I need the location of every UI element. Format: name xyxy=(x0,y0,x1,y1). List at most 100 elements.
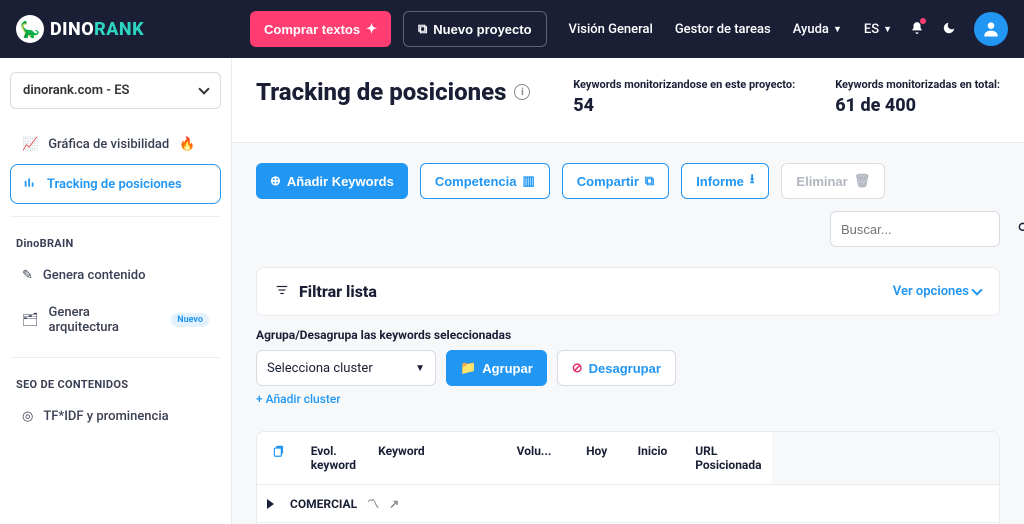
tree-icon: 🗂 xyxy=(22,313,39,328)
cluster-name: COMERCIAL xyxy=(290,497,357,511)
col-start[interactable]: Inicio xyxy=(628,432,686,484)
brand-text: DINORANK xyxy=(50,19,144,40)
target-icon: ◎ xyxy=(22,409,33,424)
metric-value: 54 xyxy=(573,95,795,116)
project-name: dinorank.com - ES xyxy=(23,83,130,98)
new-badge: Nuevo xyxy=(171,313,209,327)
sidebar-item-label: TF*IDF y prominencia xyxy=(43,409,168,424)
col-volume[interactable]: Volu... xyxy=(507,432,576,484)
add-cluster-link[interactable]: + Añadir cluster xyxy=(256,392,341,406)
nav-overview[interactable]: Visión General xyxy=(569,22,653,37)
folder-icon: 📁 xyxy=(460,360,476,376)
sidebar-section-seo: SEO DE CONTENIDOS xyxy=(16,378,221,391)
buy-texts-button[interactable]: Comprar textos ✦ xyxy=(250,11,391,47)
col-keyword[interactable]: Keyword xyxy=(368,432,507,484)
plus-doc-icon: ⧉ xyxy=(418,21,427,37)
new-project-label: Nuevo proyecto xyxy=(433,22,531,37)
buy-texts-label: Comprar textos xyxy=(264,22,360,37)
notifications-icon[interactable] xyxy=(910,20,924,39)
select-placeholder: Selecciona cluster xyxy=(267,361,373,376)
sidebar-item-label: Gráfica de visibilidad xyxy=(48,137,169,152)
table-header: Evol. keyword Keyword Volu... Hoy Inicio… xyxy=(257,432,999,485)
sidebar: dinorank.com - ES 📈 Gráfica de visibilid… xyxy=(0,58,232,524)
page-header: Tracking de posiciones i Keywords monito… xyxy=(232,58,1024,143)
report-button[interactable]: Informe ⭳ xyxy=(681,163,769,199)
sparkle-icon: ✦ xyxy=(366,21,377,37)
metric-total-keywords: Keywords monitorizadas en total: 61 de 4… xyxy=(835,78,1000,116)
trend-icon: 〽 xyxy=(367,495,379,512)
btn-label: Desagrupar xyxy=(589,361,661,376)
filter-title-label: Filtrar lista xyxy=(299,282,377,301)
sidebar-item-visibility[interactable]: 📈 Gráfica de visibilidad 🔥 xyxy=(10,127,221,162)
fire-icon: 🔥 xyxy=(179,137,195,152)
search-box[interactable] xyxy=(830,211,1000,247)
trend-up-icon: ↗ xyxy=(389,497,399,511)
sidebar-item-tracking[interactable]: Tracking de posiciones xyxy=(10,164,221,204)
filter-card: Filtrar lista Ver opciones xyxy=(256,267,1000,316)
main-content: Tracking de posiciones i Keywords monito… xyxy=(232,58,1024,524)
sidebar-section-brain: DinoBRAIN xyxy=(16,237,221,250)
table-row[interactable]: COMERCIAL 〽 ↗ xyxy=(257,485,999,523)
col-copy[interactable] xyxy=(257,432,301,484)
dino-icon: 🦕 xyxy=(16,15,44,43)
chevron-down-icon: ▼ xyxy=(415,363,425,374)
metric-project-keywords: Keywords monitorizandose en este proyect… xyxy=(573,78,795,116)
chart-icon: 📈 xyxy=(22,137,38,152)
btn-label: Agrupar xyxy=(482,361,533,376)
pencil-icon: ✎ xyxy=(22,268,33,283)
download-icon: ⭳ xyxy=(750,170,755,192)
lang-label: ES xyxy=(864,22,879,37)
project-selector[interactable]: dinorank.com - ES xyxy=(10,72,221,109)
sidebar-item-label: Genera contenido xyxy=(43,268,146,283)
grouping-label: Agrupa/Desagrupa las keywords selecciona… xyxy=(256,328,1000,342)
trash-icon: 🗑 xyxy=(854,173,871,189)
brand-logo[interactable]: 🦕 DINORANK xyxy=(16,15,144,43)
nav-language[interactable]: ES ▼ xyxy=(864,22,892,37)
group-button[interactable]: 📁 Agrupar xyxy=(446,350,547,386)
keywords-table: Evol. keyword Keyword Volu... Hoy Inicio… xyxy=(256,431,1000,524)
divider xyxy=(10,216,221,217)
sidebar-item-label: Genera arquitectura xyxy=(49,305,162,335)
topbar: 🦕 DINORANK Comprar textos ✦ ⧉ Nuevo proy… xyxy=(0,0,1024,58)
user-avatar[interactable] xyxy=(974,12,1008,46)
delete-button: Eliminar 🗑 xyxy=(781,163,885,199)
btn-label: Eliminar xyxy=(796,174,847,189)
add-keywords-button[interactable]: ⊕ Añadir Keywords xyxy=(256,163,408,199)
search-input[interactable] xyxy=(841,222,1017,237)
col-today[interactable]: Hoy xyxy=(576,432,628,484)
toolbar: ⊕ Añadir Keywords Competencia ▥ Comparti… xyxy=(232,143,1024,259)
grouping-block: Agrupa/Desagrupa las keywords selecciona… xyxy=(232,328,1024,419)
new-project-button[interactable]: ⧉ Nuevo proyecto xyxy=(403,11,547,47)
cluster-select[interactable]: Selecciona cluster ▼ xyxy=(256,350,436,386)
sidebar-item-tfidf[interactable]: ◎ TF*IDF y prominencia xyxy=(10,399,221,434)
btn-label: Competencia xyxy=(435,174,517,189)
chevron-down-icon: ▼ xyxy=(883,24,892,35)
sidebar-item-label: Tracking de posiciones xyxy=(47,177,182,192)
bars-icon xyxy=(23,175,37,193)
btn-label: Añadir Keywords xyxy=(287,174,394,189)
filter-icon xyxy=(275,282,289,301)
col-url[interactable]: URL Posicionada xyxy=(685,432,771,484)
nav-tasks[interactable]: Gestor de tareas xyxy=(675,22,771,37)
competition-button[interactable]: Competencia ▥ xyxy=(420,163,550,199)
sidebar-item-gen-arch[interactable]: 🗂 Genera arquitectura Nuevo xyxy=(10,295,221,345)
col-evol[interactable]: Evol. keyword xyxy=(301,432,368,484)
dark-mode-icon[interactable] xyxy=(942,20,956,39)
ungroup-button[interactable]: ⊘ Desagrupar xyxy=(557,350,676,386)
share-button[interactable]: Compartir ⧉ xyxy=(562,163,669,199)
btn-label: Compartir xyxy=(577,174,639,189)
nav-help-label: Ayuda xyxy=(793,22,829,37)
notification-dot xyxy=(920,18,926,24)
chevron-down-icon xyxy=(971,284,982,295)
page-title: Tracking de posiciones i xyxy=(256,78,530,106)
btn-label: Informe xyxy=(696,174,744,189)
nav-help[interactable]: Ayuda ▼ xyxy=(793,22,842,37)
chevron-down-icon xyxy=(198,83,209,94)
bars-icon: ▥ xyxy=(522,173,534,189)
filter-options-link[interactable]: Ver opciones xyxy=(893,284,981,299)
info-icon[interactable]: i xyxy=(514,84,530,100)
metric-value: 61 de 400 xyxy=(835,95,1000,116)
sidebar-item-gen-content[interactable]: ✎ Genera contenido xyxy=(10,258,221,293)
chevron-down-icon: ▼ xyxy=(833,24,842,35)
plus-circle-icon: ⊕ xyxy=(270,173,281,189)
